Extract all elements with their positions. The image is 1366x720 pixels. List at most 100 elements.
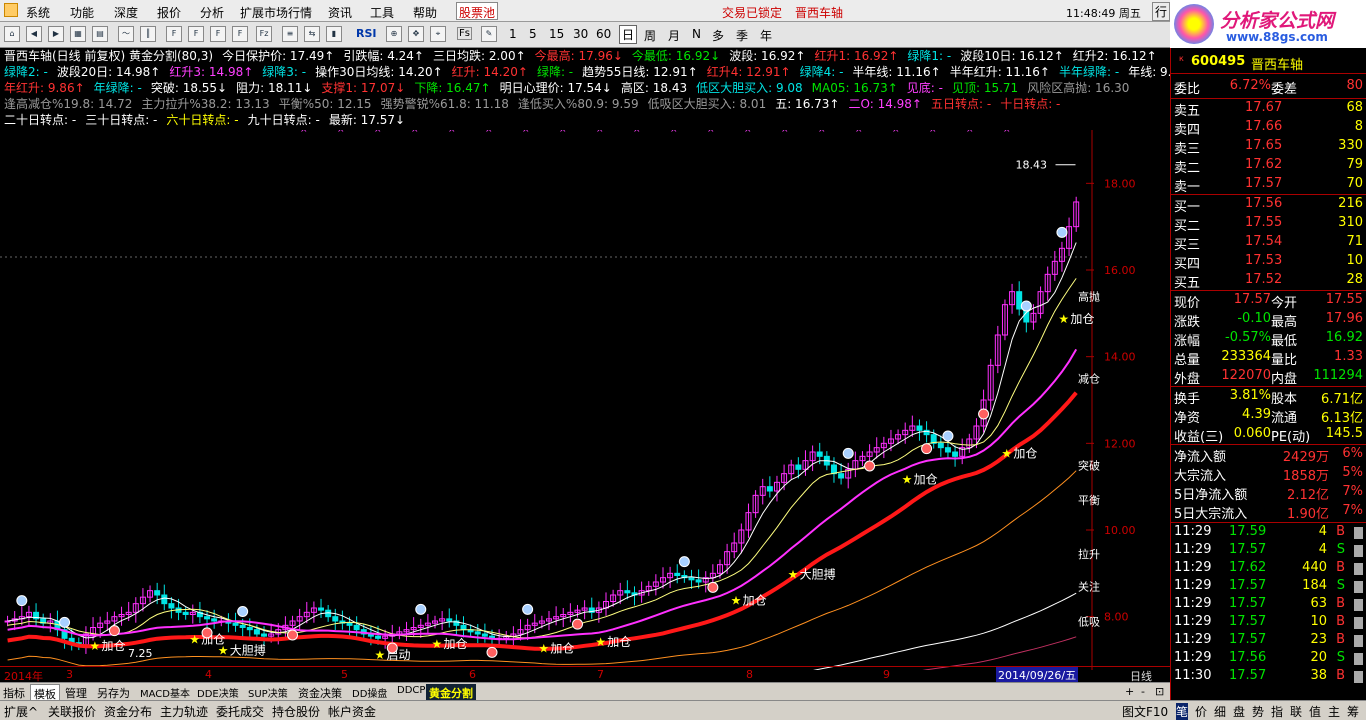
grid-icon[interactable]: ▦ (70, 26, 86, 42)
level-price: 17.65 (1245, 138, 1283, 153)
finance-icon[interactable]: F (210, 26, 226, 42)
status-tab-holdings[interactable]: 持仓股份 (272, 703, 320, 720)
period-day[interactable]: 日 (619, 25, 638, 44)
zoom-in-button[interactable]: + (1122, 684, 1137, 699)
panel-tab[interactable]: 联 (1290, 703, 1302, 720)
fz-icon[interactable]: Fz (256, 26, 272, 42)
tick-scroll[interactable] (1354, 545, 1363, 557)
menu-item-depth[interactable]: 深度 (114, 4, 138, 21)
tick-scroll[interactable] (1354, 635, 1363, 647)
forward-icon[interactable]: ▶ (48, 26, 64, 42)
period-year[interactable]: 年 (760, 27, 772, 44)
status-tab-fund-dist[interactable]: 资金分布 (104, 703, 152, 720)
fin-value: 0.060 (1233, 426, 1271, 441)
f10-button[interactable]: 图文F10 (1122, 703, 1168, 720)
tick-scroll[interactable] (1354, 599, 1363, 611)
compare-icon[interactable]: ⇆ (304, 26, 320, 42)
bid-row[interactable]: 买四 17.53 10 (1171, 253, 1366, 272)
ask-row[interactable]: 卖二 17.62 79 (1171, 157, 1366, 176)
tick-scroll[interactable] (1354, 563, 1363, 575)
bid-row[interactable]: 买二 17.55 310 (1171, 215, 1366, 234)
table-icon[interactable]: ▤ (92, 26, 108, 42)
draw-icon[interactable]: ✎ (481, 26, 497, 42)
back-icon[interactable]: ◀ (26, 26, 42, 42)
status-tab-main-track[interactable]: 主力轨迹 (160, 703, 208, 720)
menu-item-quote[interactable]: 报价 (157, 4, 181, 21)
level-volume: 79 (1346, 157, 1363, 172)
indicator-value: 逢低买入%80.9: 9.59 (517, 97, 639, 111)
chart-line-icon[interactable]: 〜 (118, 26, 134, 42)
ask-row[interactable]: 卖五 17.67 68 (1171, 100, 1366, 119)
panel-tab[interactable]: 值 (1309, 703, 1321, 720)
zoom-icon[interactable]: ⊕ (386, 26, 402, 42)
panel-tab[interactable]: 筹 (1347, 703, 1359, 720)
period-60min[interactable]: 60 (596, 27, 611, 41)
bid-row[interactable]: 买一 17.56 216 (1171, 196, 1366, 215)
stock-pool-button[interactable]: 股票池 (456, 2, 499, 20)
rsi-button[interactable]: RSI (356, 27, 377, 40)
menu-item-system[interactable]: 系统 (26, 4, 50, 21)
period-month[interactable]: 月 (668, 27, 680, 44)
f10-icon[interactable]: F (166, 26, 182, 42)
period-5min[interactable]: 5 (529, 27, 537, 41)
home-icon[interactable]: ⌂ (4, 26, 20, 42)
tab-ddcp[interactable]: DDCP (394, 684, 428, 697)
panel-tab[interactable]: 主 (1328, 703, 1340, 720)
bid-row[interactable]: 买三 17.54 71 (1171, 234, 1366, 253)
bid-row[interactable]: 买五 17.52 28 (1171, 272, 1366, 291)
menu-item-function[interactable]: 功能 (70, 4, 94, 21)
tick-scroll[interactable] (1354, 653, 1363, 665)
menu-item-news[interactable]: 资讯 (328, 4, 352, 21)
menu-item-analysis[interactable]: 分析 (200, 4, 224, 21)
tab-dde[interactable]: DDE决策 (194, 684, 242, 701)
menu-right-stub[interactable]: 行 (1152, 2, 1171, 21)
period-15min[interactable]: 15 (549, 27, 564, 41)
ask-row[interactable]: 卖四 17.66 8 (1171, 119, 1366, 138)
cursor-icon[interactable]: ⌖ (430, 26, 446, 42)
fs-button-1[interactable]: Fs (457, 27, 472, 40)
indicator-value: 支撑1: 17.07↓ (321, 81, 406, 95)
menu-item-tools[interactable]: 工具 (370, 4, 394, 21)
menu-item-help[interactable]: 帮助 (413, 4, 437, 21)
tab-macd[interactable]: MACD基本 (137, 684, 193, 701)
panel-tab[interactable]: 势 (1252, 703, 1264, 720)
period-30min[interactable]: 30 (573, 27, 588, 41)
tick-scroll[interactable] (1354, 527, 1363, 539)
status-tab-account[interactable]: 帐户资金 (328, 703, 376, 720)
news-icon[interactable]: F (232, 26, 248, 42)
panel-tab[interactable]: 笔 (1176, 703, 1189, 720)
menu-item-extended-market[interactable]: 扩展市场行情 (240, 4, 312, 21)
tick-scroll[interactable] (1354, 581, 1363, 593)
ask-row[interactable]: 卖一 17.57 70 (1171, 176, 1366, 195)
status-tab-extend[interactable]: 扩展^ (4, 703, 38, 720)
tab-sup[interactable]: SUP决策 (245, 684, 291, 701)
fit-button[interactable]: ⊡ (1152, 684, 1167, 699)
period-season[interactable]: 季 (736, 27, 748, 44)
info-icon[interactable]: F (188, 26, 204, 42)
kline-icon[interactable]: ║ (140, 26, 156, 42)
signal-ball-icon (678, 556, 690, 568)
period-n[interactable]: N (692, 27, 701, 41)
status-tab-orders[interactable]: 委托成交 (216, 703, 264, 720)
status-tab-linked-quote[interactable]: 关联报价 (48, 703, 96, 720)
panel-tab[interactable]: 价 (1195, 703, 1207, 720)
period-week[interactable]: 周 (644, 27, 656, 44)
move-icon[interactable]: ✥ (408, 26, 424, 42)
bar-icon[interactable]: ▮ (326, 26, 342, 42)
ask-row[interactable]: 卖三 17.65 330 (1171, 138, 1366, 157)
annotation-label: 加仓 (550, 641, 574, 655)
signal-ball-icon (386, 642, 398, 654)
period-multi[interactable]: 多 (712, 27, 724, 44)
tick-scroll[interactable] (1354, 671, 1363, 683)
panel-tab[interactable]: 盘 (1233, 703, 1245, 720)
panel-tab[interactable]: 指 (1271, 703, 1283, 720)
tick-scroll[interactable] (1354, 617, 1363, 629)
tab-dd[interactable]: DD操盘 (349, 684, 390, 701)
panel-tab[interactable]: 细 (1214, 703, 1226, 720)
kline-chart[interactable]: 18.00 16.00 14.00 12.00 10.00 8.00 高抛减仓突破平衡拉升关… (0, 130, 1170, 670)
app-icon[interactable] (4, 3, 18, 17)
list-icon[interactable]: ≡ (282, 26, 298, 42)
zoom-out-button[interactable]: - (1138, 684, 1148, 699)
current-date-badge: 2014/09/26/五 (996, 667, 1079, 683)
period-1min[interactable]: 1 (509, 27, 517, 41)
